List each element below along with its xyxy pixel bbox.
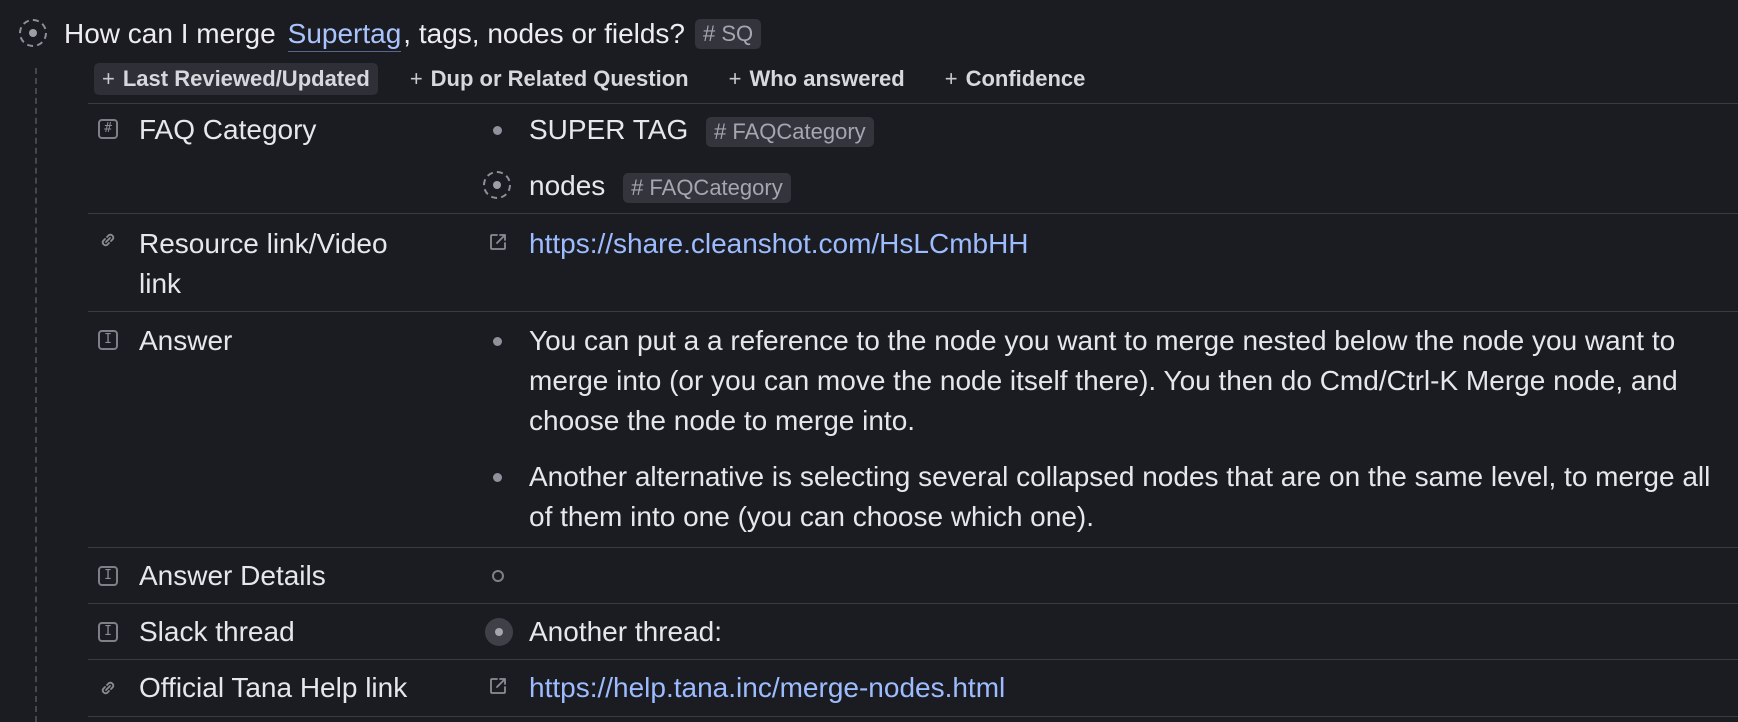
link-icon — [98, 678, 118, 698]
node-reference-icon — [483, 171, 511, 199]
field-answer: I Answer You can put a a reference to th… — [88, 311, 1738, 548]
collapsed-bullet-icon[interactable] — [485, 618, 513, 646]
bullet-icon — [493, 337, 502, 346]
bullet-icon — [493, 473, 502, 482]
field-value[interactable]: Another thread: — [483, 612, 1738, 652]
supertag-link[interactable]: Supertag — [287, 17, 402, 52]
tag-faqcategory[interactable]: # FAQCategory — [706, 117, 874, 147]
indent-guide — [35, 68, 37, 722]
field-faq-category: # FAQ Category SUPER TAG # FAQCategory n… — [88, 103, 1738, 214]
add-who-answered-button[interactable]: + Who answered — [721, 63, 913, 95]
text-field-icon: I — [98, 566, 118, 586]
field-label[interactable]: Official Tana Help link — [139, 668, 479, 708]
node-title[interactable]: How can I merge Supertag , tags, nodes o… — [64, 14, 762, 54]
field-resource-link: Resource link/Video link https://share.cl… — [88, 213, 1738, 312]
field-value[interactable]: SUPER TAG # FAQCategory — [483, 110, 1738, 150]
plus-icon: + — [102, 66, 115, 91]
plus-icon: + — [944, 66, 958, 91]
plus-icon: + — [409, 66, 423, 91]
field-value[interactable]: nodes # FAQCategory — [483, 166, 1738, 206]
field-slack-thread: I Slack thread Another thread: — [88, 603, 1738, 660]
text-field-icon: I — [98, 330, 118, 350]
external-link-icon[interactable] — [488, 232, 508, 252]
bullet-icon — [493, 126, 502, 135]
field-value[interactable]: You can put a a reference to the node yo… — [483, 321, 1723, 441]
title-prefix: How can I merge — [64, 18, 276, 49]
field-value[interactable]: https://share.cleanshot.com/HsLCmbHH — [483, 224, 1738, 264]
add-field-actions: + Last Reviewed/Updated + Dup or Related Q… — [94, 62, 1117, 96]
add-dup-question-button[interactable]: + Dup or Related Question — [402, 63, 697, 95]
tana-node-view: How can I merge Supertag , tags, nodes o… — [0, 0, 1738, 722]
node-bullet-icon[interactable] — [19, 19, 47, 47]
add-confidence-button[interactable]: + Confidence — [937, 63, 1094, 95]
hash-field-icon: # — [98, 119, 118, 139]
resource-url-link[interactable]: https://share.cleanshot.com/HsLCmbHH — [529, 228, 1029, 259]
field-label[interactable]: Slack thread — [139, 612, 479, 652]
title-suffix: , tags, nodes or fields? — [403, 18, 686, 49]
field-label[interactable]: FAQ Category — [139, 110, 479, 150]
field-value[interactable]: https://help.tana.inc/merge-nodes.html — [483, 668, 1738, 708]
field-label[interactable]: Answer — [139, 321, 479, 361]
add-last-reviewed-button[interactable]: + Last Reviewed/Updated — [94, 63, 378, 95]
help-url-link[interactable]: https://help.tana.inc/merge-nodes.html — [529, 672, 1005, 703]
field-value[interactable]: Another alternative is selecting several… — [483, 457, 1723, 537]
tag-faqcategory[interactable]: # FAQCategory — [623, 173, 791, 203]
text-field-icon: I — [98, 622, 118, 642]
external-link-icon[interactable] — [488, 676, 508, 696]
link-icon — [98, 230, 118, 250]
field-official-help: Official Tana Help link https://help.tan… — [88, 659, 1738, 717]
empty-bullet-icon — [492, 570, 504, 582]
tag-sq[interactable]: # SQ — [695, 19, 762, 49]
field-label[interactable]: Answer Details — [139, 556, 479, 596]
field-answer-details: I Answer Details — [88, 547, 1738, 604]
field-label[interactable]: Resource link/Video link — [139, 224, 479, 304]
plus-icon: + — [728, 66, 742, 91]
